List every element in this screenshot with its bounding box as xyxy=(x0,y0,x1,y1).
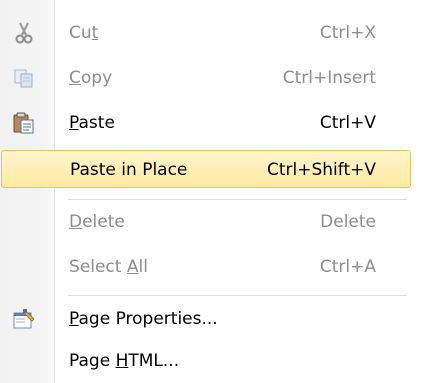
menu-item-shortcut: Ctrl+Insert xyxy=(282,68,376,88)
menu-item-label: Delete xyxy=(69,212,125,232)
context-menu: Cut Ctrl+X Copy Ctrl+Insert Paste Ctrl+V… xyxy=(0,0,421,383)
menu-item-shortcut: Ctrl+V xyxy=(319,113,376,133)
menu-item-shortcut: Ctrl+A xyxy=(319,257,376,277)
menu-item-paste-in-place[interactable]: Paste in Place Ctrl+Shift+V xyxy=(1,150,411,188)
paste-icon xyxy=(12,111,36,135)
menu-separator xyxy=(68,295,407,296)
menu-item-page-html[interactable]: Page HTML... xyxy=(0,342,421,380)
cut-icon xyxy=(12,21,36,45)
menu-item-page-properties[interactable]: Page Properties... xyxy=(0,300,421,338)
menu-item-label: Paste in Place xyxy=(70,160,188,180)
menu-item-label: Page Properties... xyxy=(69,309,218,329)
menu-separator xyxy=(68,199,407,200)
menu-item-shortcut: Ctrl+X xyxy=(319,23,376,43)
menu-item-label: Page HTML... xyxy=(69,351,180,371)
menu-item-label: Copy xyxy=(69,68,113,88)
copy-icon xyxy=(12,66,36,90)
menu-item-shortcut: Ctrl+Shift+V xyxy=(266,160,376,180)
menu-item-label: Paste xyxy=(69,113,115,133)
menu-item-shortcut: Delete xyxy=(320,212,376,232)
menu-item-select-all[interactable]: Select All Ctrl+A xyxy=(0,248,421,286)
menu-item-cut[interactable]: Cut Ctrl+X xyxy=(0,14,421,52)
menu-item-copy[interactable]: Copy Ctrl+Insert xyxy=(0,59,421,97)
page-properties-icon xyxy=(12,307,36,331)
menu-item-delete[interactable]: Delete Delete xyxy=(0,203,421,241)
menu-item-paste[interactable]: Paste Ctrl+V xyxy=(0,104,421,142)
menu-item-label: Cut xyxy=(69,23,99,43)
menu-item-label: Select All xyxy=(69,257,148,277)
